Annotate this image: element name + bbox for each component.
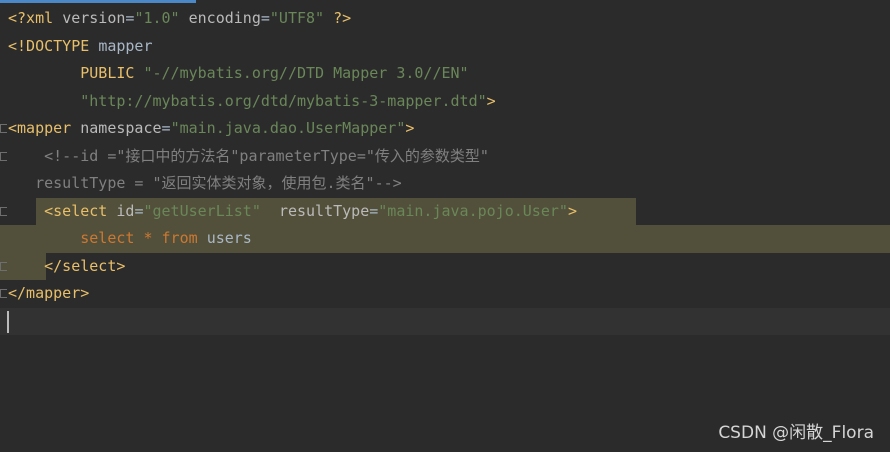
fold-marker-icon[interactable] xyxy=(0,124,7,133)
xml-attr-version: version xyxy=(62,9,126,27)
code-line-3: PUBLIC "-//mybatis.org//DTD Mapper 3.0//… xyxy=(0,60,890,88)
fold-marker-icon[interactable] xyxy=(0,289,7,298)
code-line-6: <!--id ="接口中的方法名"parameterType="传入的参数类型" xyxy=(0,143,890,171)
code-line-1: <?xml version="1.0" encoding="UTF8" ?> xyxy=(0,5,890,33)
select-tag-close: </select> xyxy=(44,256,126,275)
select-tag-open: <select xyxy=(44,201,117,220)
attr-resulttype: resultType xyxy=(278,201,370,220)
doctype-public-id: "-//mybatis.org//DTD Mapper 3.0//EN" xyxy=(143,64,469,82)
code-line-5: <mapper namespace="main.java.dao.UserMap… xyxy=(0,115,890,143)
fold-marker-icon[interactable] xyxy=(0,151,7,161)
active-tab-indicator xyxy=(0,0,196,3)
doctype-open: <!DOCTYPE xyxy=(8,36,99,55)
xml-decl-close: ?> xyxy=(324,9,352,27)
sql-table-name: users xyxy=(206,229,252,247)
mapper-tag-open: <mapper xyxy=(8,119,81,137)
comment-line-2: resultType = "返回实体类对象，使用包.类名"--> xyxy=(8,174,402,192)
xml-eq: = xyxy=(161,119,171,137)
attr-namespace: namespace xyxy=(80,119,162,137)
xml-space xyxy=(180,9,189,27)
watermark: CSDN @闲散_Flora xyxy=(718,423,874,443)
doctype-system-id: "http://mybatis.org/dtd/mybatis-3-mapper… xyxy=(80,91,487,110)
xml-val-encoding: "UTF8" xyxy=(269,9,325,27)
val-resulttype: "main.java.pojo.User" xyxy=(378,201,568,220)
tag-close: > xyxy=(567,201,577,220)
val-id: "getUserList" xyxy=(143,201,261,220)
xml-space xyxy=(261,202,279,220)
doctype-name: mapper xyxy=(98,36,153,55)
code-line-11: </mapper> xyxy=(0,280,890,308)
code-line-2: <!DOCTYPE mapper xyxy=(0,33,890,61)
code-line-9: select * from users xyxy=(0,225,890,253)
text-caret xyxy=(7,310,9,333)
doctype-close: > xyxy=(486,91,496,110)
val-namespace: "main.java.dao.UserMapper" xyxy=(170,119,406,137)
code-line-10: </select> xyxy=(0,252,890,280)
attr-id: id xyxy=(116,201,135,220)
doctype-public: PUBLIC xyxy=(80,64,144,82)
code-line-7: resultType = "返回实体类对象，使用包.类名"--> xyxy=(0,170,890,198)
sql-select-keyword: select xyxy=(80,229,144,247)
fold-marker-icon[interactable] xyxy=(0,261,7,271)
fold-marker-icon[interactable] xyxy=(0,206,7,216)
code-line-12[interactable] xyxy=(0,307,890,335)
sql-star: * xyxy=(143,229,162,247)
code-line-8: <select id="getUserList" resultType="mai… xyxy=(0,197,890,225)
comment-line-1: <!--id ="接口中的方法名"parameterType="传入的参数类型" xyxy=(8,146,489,165)
mapper-tag-close: </mapper> xyxy=(8,284,90,302)
xml-eq: = xyxy=(369,201,379,220)
xml-attr-encoding: encoding xyxy=(188,9,261,27)
xml-decl-open: <?xml xyxy=(8,9,63,27)
xml-val-version: "1.0" xyxy=(134,9,180,27)
tag-close: > xyxy=(405,119,415,137)
sql-from-keyword: from xyxy=(161,229,207,247)
xml-eq: = xyxy=(260,9,270,27)
code-line-4: "http://mybatis.org/dtd/mybatis-3-mapper… xyxy=(0,88,890,116)
